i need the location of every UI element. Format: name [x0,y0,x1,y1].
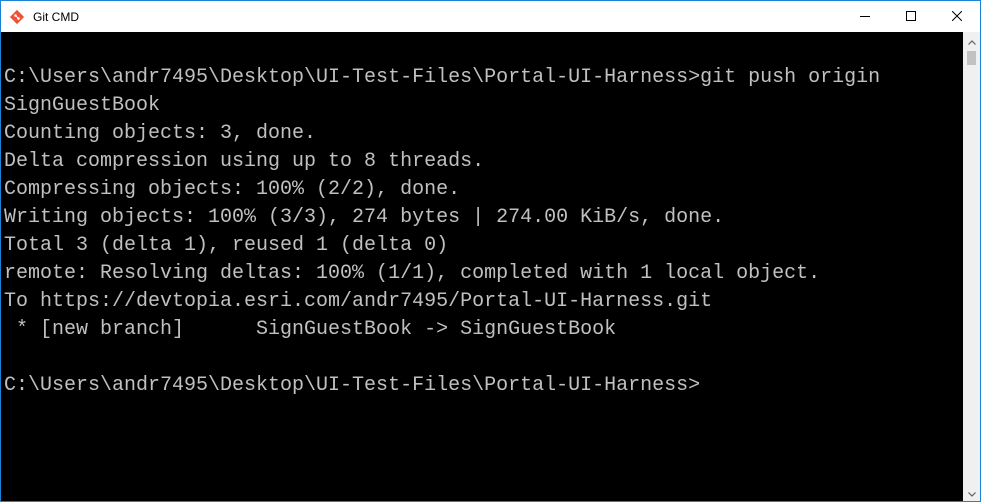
close-button[interactable] [934,1,980,32]
console-line: To https://devtopia.esri.com/andr7495/Po… [4,290,713,313]
minimize-icon [860,8,870,26]
window-controls [842,1,980,32]
git-diamond-icon [9,9,25,25]
console-line: SignGuestBook [4,94,161,117]
chevron-down-icon [967,484,976,502]
console-line: remote: Resolving deltas: 100% (1/1), co… [4,262,821,285]
maximize-icon [906,8,916,26]
scroll-down-button[interactable] [963,484,980,501]
scroll-up-button[interactable] [963,32,980,49]
console-line: Compressing objects: 100% (2/2), done. [4,178,461,201]
scrollbar-thumb[interactable] [967,51,976,65]
console-line: C:\Users\andr7495\Desktop\UI-Test-Files\… [4,66,881,89]
console-line: * [new branch] SignGuestBook -> SignGues… [4,318,617,341]
chevron-up-icon [967,32,976,50]
window-title: Git CMD [33,9,79,24]
console-lines: C:\Users\andr7495\Desktop\UI-Test-Files\… [4,64,880,400]
console-line: Total 3 (delta 1), reused 1 (delta 0) [4,234,449,257]
maximize-button[interactable] [888,1,934,32]
console-line: Delta compression using up to 8 threads. [4,150,485,173]
console-line: Writing objects: 100% (3/3), 274 bytes |… [4,206,725,229]
title-bar[interactable]: Git CMD [1,1,980,32]
git-cmd-window: Git CMD C:\Users\andr7495\Desktop\UI-Tes… [0,0,981,502]
console-output[interactable]: C:\Users\andr7495\Desktop\UI-Test-Files\… [1,32,963,501]
console-line: C:\Users\andr7495\Desktop\UI-Test-Files\… [4,374,701,397]
console-line: Counting objects: 3, done. [4,122,317,145]
minimize-button[interactable] [842,1,888,32]
close-icon [951,8,963,26]
vertical-scrollbar[interactable] [963,32,980,501]
